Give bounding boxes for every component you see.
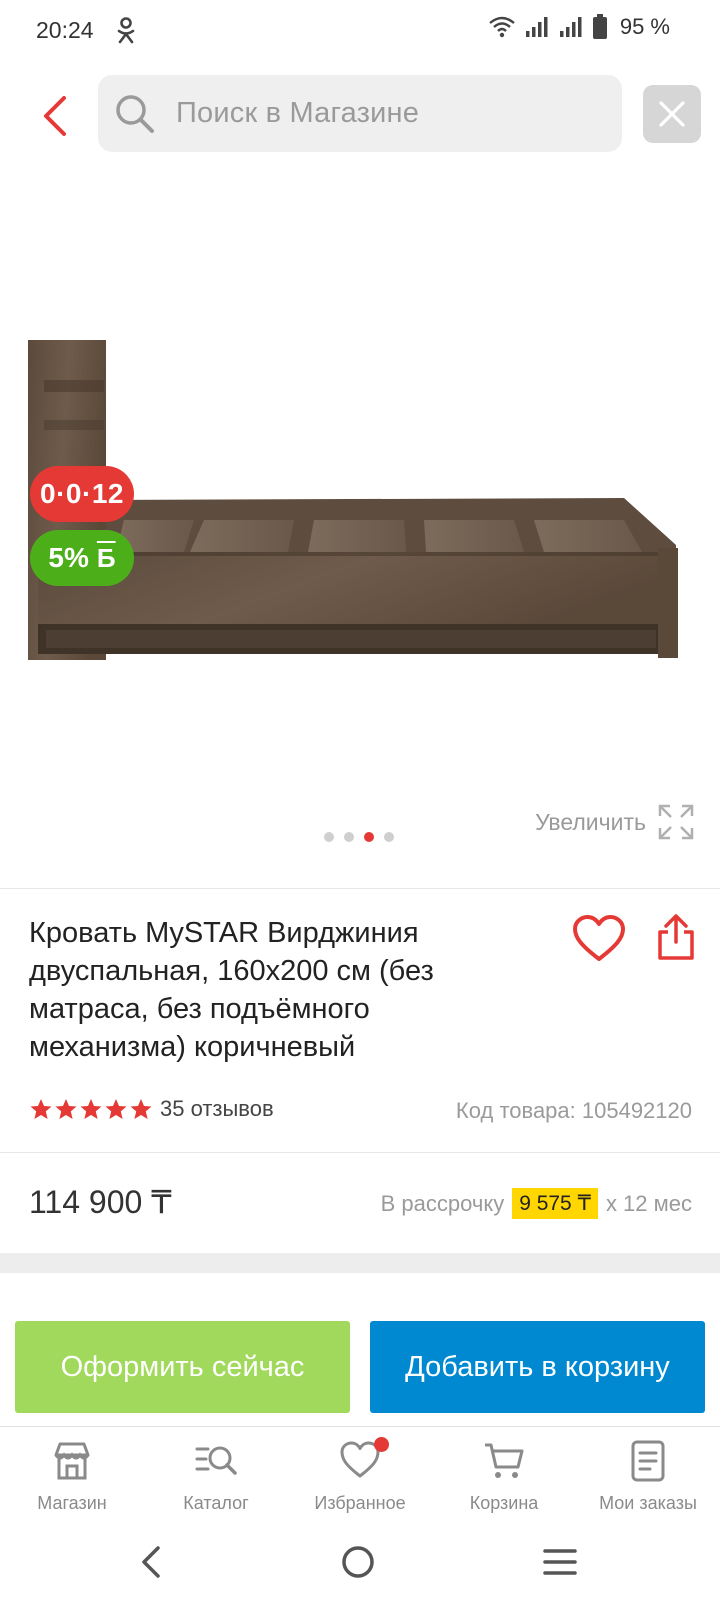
battery-percent: 95 % bbox=[619, 14, 670, 39]
store-icon bbox=[54, 1442, 90, 1480]
gallery-dot[interactable] bbox=[384, 832, 394, 842]
nav-item-orders[interactable]: Мои заказы bbox=[576, 1427, 720, 1526]
star-icon bbox=[80, 1099, 102, 1119]
product-title: Кровать MySTAR Вирджиния двуспальная, 16… bbox=[29, 917, 434, 1063]
signal-icon bbox=[559, 17, 582, 37]
wifi-icon bbox=[489, 16, 515, 38]
system-menu-icon[interactable] bbox=[543, 1548, 577, 1576]
signal-icon bbox=[525, 17, 548, 37]
bonus-badge-symbol: Б bbox=[96, 542, 116, 573]
status-time: 20:24 bbox=[36, 17, 94, 43]
product-sku: Код товара: 105492120 bbox=[455, 1098, 692, 1123]
system-home-icon[interactable] bbox=[340, 1544, 376, 1580]
back-button[interactable] bbox=[30, 84, 78, 148]
bottom-nav: Магазин Каталог Избранное Корзина Мои за… bbox=[0, 1426, 720, 1526]
zoom-label: Увеличить bbox=[535, 808, 646, 835]
zoom-button[interactable]: Увеличить bbox=[535, 804, 694, 840]
search-placeholder: Поиск в Магазине bbox=[176, 97, 420, 129]
search-icon bbox=[116, 94, 154, 133]
installment-info[interactable]: В рассрочку 9 575 ₸ х 12 мес bbox=[381, 1188, 692, 1219]
close-button[interactable] bbox=[643, 85, 701, 143]
product-price: 114 900 ₸ bbox=[29, 1184, 172, 1220]
share-icon bbox=[658, 914, 694, 960]
system-back-icon[interactable] bbox=[138, 1544, 164, 1580]
section-separator bbox=[0, 1253, 720, 1273]
star-icon bbox=[130, 1099, 152, 1119]
star-icon bbox=[30, 1099, 52, 1119]
share-button[interactable] bbox=[656, 912, 696, 962]
buy-now-button[interactable]: Оформить сейчас bbox=[15, 1321, 350, 1413]
system-navigation bbox=[0, 1530, 720, 1600]
installment-badge: 0·0·12 bbox=[30, 466, 134, 522]
close-icon bbox=[659, 101, 685, 127]
product-gallery[interactable]: 0·0·12 5% Б Увеличить bbox=[0, 160, 720, 880]
notification-dot bbox=[374, 1437, 389, 1452]
gallery-dot[interactable] bbox=[344, 832, 354, 842]
divider bbox=[0, 888, 720, 889]
battery-icon bbox=[592, 14, 607, 39]
nav-item-catalog[interactable]: Каталог bbox=[144, 1427, 288, 1526]
odnoklassniki-icon bbox=[117, 17, 135, 44]
star-icon bbox=[55, 1099, 77, 1119]
cart-icon bbox=[485, 1443, 524, 1478]
catalog-search-icon bbox=[195, 1446, 237, 1475]
expand-icon bbox=[658, 804, 694, 840]
status-bar: 20:24 95 % bbox=[0, 0, 720, 62]
bonus-badge-value: 5% bbox=[48, 542, 89, 573]
nav-label: Каталог bbox=[183, 1493, 249, 1513]
gallery-dot[interactable] bbox=[324, 832, 334, 842]
divider bbox=[0, 1152, 720, 1153]
installment-prefix: В рассрочку bbox=[380, 1190, 505, 1216]
nav-label: Магазин bbox=[37, 1493, 107, 1513]
favorite-button[interactable] bbox=[572, 914, 626, 964]
bonus-badge: 5% Б bbox=[30, 530, 134, 586]
nav-label: Мои заказы bbox=[599, 1493, 697, 1513]
gallery-dot-active[interactable] bbox=[364, 832, 374, 842]
orders-icon bbox=[631, 1440, 665, 1482]
nav-item-favorites[interactable]: Избранное bbox=[288, 1427, 432, 1526]
rating[interactable]: 35 отзывов bbox=[29, 1096, 274, 1122]
nav-item-store[interactable]: Магазин bbox=[0, 1427, 144, 1526]
installment-amount: 9 575 ₸ bbox=[512, 1188, 598, 1219]
heart-icon bbox=[573, 915, 625, 961]
chevron-left-icon bbox=[44, 96, 66, 136]
nav-label: Корзина bbox=[469, 1493, 539, 1513]
reviews-link[interactable]: 35 отзывов bbox=[160, 1096, 274, 1122]
star-icon bbox=[105, 1099, 127, 1119]
installment-suffix: х 12 мес bbox=[605, 1190, 692, 1216]
nav-label: Избранное bbox=[314, 1493, 406, 1513]
gallery-pagination bbox=[324, 832, 394, 842]
search-input[interactable]: Поиск в Магазине bbox=[98, 75, 622, 152]
nav-item-cart[interactable]: Корзина bbox=[432, 1427, 576, 1526]
add-to-cart-button[interactable]: Добавить в корзину bbox=[370, 1321, 705, 1413]
